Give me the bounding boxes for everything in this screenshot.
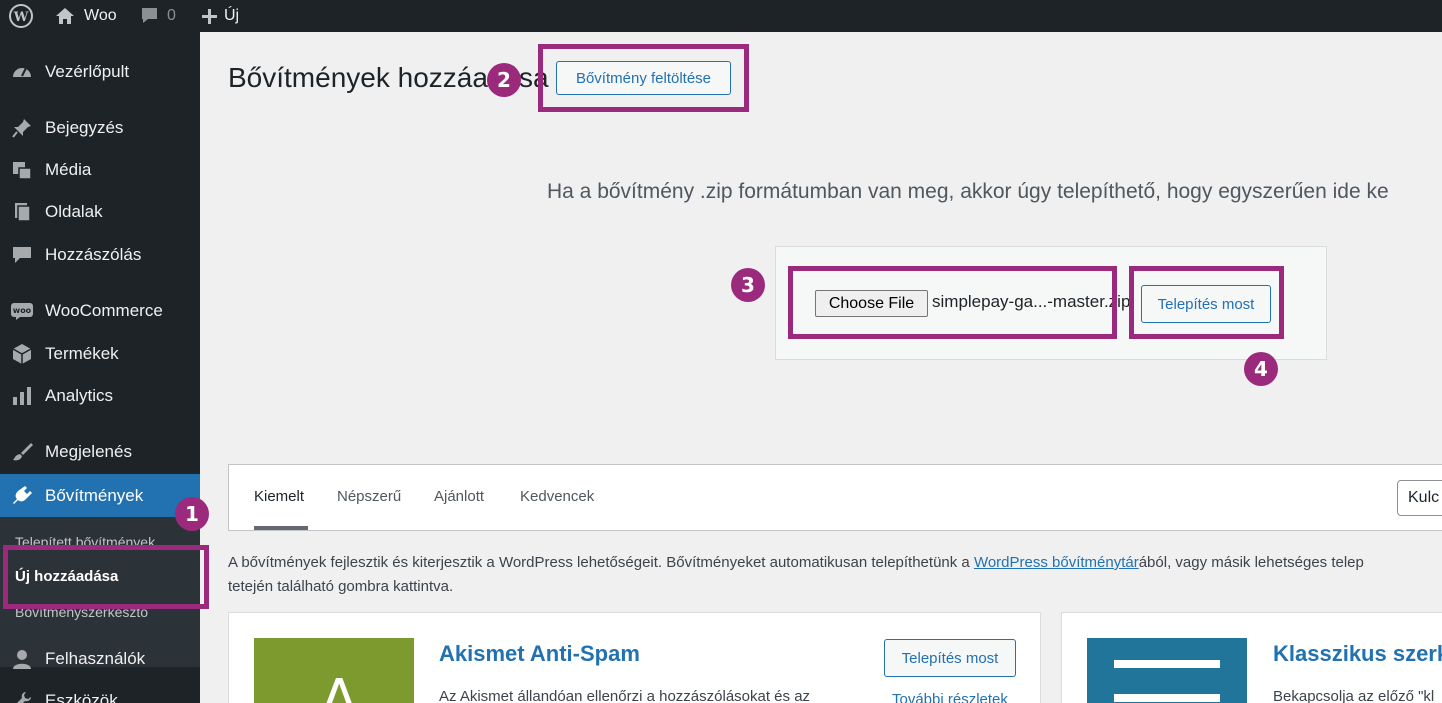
- tab-popular[interactable]: Népszerű: [337, 488, 401, 505]
- intro-text-part2: ából, vagy másik lehetséges telep: [1138, 554, 1364, 571]
- intro-text-line2: tetején található gombra kattintva.: [228, 578, 454, 595]
- classic-editor-thumbnail[interactable]: [1087, 638, 1247, 703]
- menu-item-products[interactable]: Termékek: [0, 334, 200, 374]
- plugin-card-description: Az Akismet állandóan ellenőrzi a hozzász…: [439, 688, 811, 703]
- menu-item-media[interactable]: Média: [0, 150, 200, 190]
- woo-icon: woo: [10, 299, 34, 323]
- plugin-card: Klasszikus szerke Bekapcsolja az előző "…: [1061, 612, 1442, 703]
- step-badge-2: 2: [487, 63, 521, 97]
- tab-recommended[interactable]: Ajánlott: [434, 488, 484, 505]
- pin-icon: [10, 116, 34, 140]
- plugin-card-description: Bekapcsolja az előző "kl: [1273, 688, 1435, 703]
- comments-count: 0: [167, 7, 176, 24]
- user-icon: [10, 647, 34, 671]
- menu-item-appearance[interactable]: Megjelenés: [0, 432, 200, 472]
- more-details-link[interactable]: További részletek: [892, 691, 1008, 703]
- menu-label: Hozzászólás: [45, 245, 142, 264]
- callout-frame-add-new: [3, 545, 209, 609]
- step-badge-4: 4: [1244, 352, 1278, 386]
- menu-label: Bejegyzés: [45, 118, 124, 137]
- menu-label: Vezérlőpult: [45, 62, 130, 81]
- search-type-select[interactable]: Kulc: [1397, 480, 1442, 516]
- new-label: Új: [224, 7, 240, 24]
- comments-icon: [10, 243, 34, 267]
- akismet-thumbnail[interactable]: A: [254, 638, 414, 703]
- menu-label: Megjelenés: [45, 442, 132, 461]
- menu-item-pages[interactable]: Oldalak: [0, 192, 200, 232]
- step-badge-3: 3: [731, 268, 765, 302]
- step-badge-1: 1: [175, 497, 209, 531]
- comments-link[interactable]: 0: [140, 0, 176, 32]
- menu-item-comments[interactable]: Hozzászólás: [0, 235, 200, 275]
- home-icon: [55, 7, 75, 25]
- site-name: Woo: [84, 7, 117, 24]
- tab-featured[interactable]: Kiemelt: [254, 488, 304, 505]
- install-now-button[interactable]: Telepítés most: [884, 639, 1016, 677]
- new-content-link[interactable]: Új: [201, 0, 239, 32]
- menu-item-analytics[interactable]: Analytics: [0, 376, 200, 416]
- menu-label: Média: [45, 160, 92, 179]
- plugin-card: A Akismet Anti-Spam Az Akismet állandóan…: [228, 612, 1041, 703]
- menu-label: Termékek: [45, 344, 119, 363]
- intro-text-part1: A bővítmények fejlesztik és kiterjesztik…: [228, 554, 974, 571]
- plus-icon: [201, 8, 218, 25]
- menu-item-tools[interactable]: Eszközök: [0, 681, 200, 703]
- menu-item-dashboard[interactable]: Vezérlőpult: [0, 52, 200, 92]
- callout-frame-file: [788, 266, 1117, 339]
- menu-label: Oldalak: [45, 202, 103, 221]
- comment-bubble-icon: [140, 7, 159, 25]
- intro-text: A bővítmények fejlesztik és kiterjesztik…: [228, 551, 1442, 599]
- bar-chart-icon: [10, 384, 34, 408]
- plugin-filter-bar: [228, 464, 1442, 531]
- callout-frame-upload: [538, 44, 749, 112]
- menu-item-woocommerce[interactable]: woo WooCommerce: [0, 291, 200, 331]
- plugin-icon: [10, 484, 34, 508]
- pages-icon: [10, 200, 34, 224]
- menu-label: WooCommerce: [45, 301, 163, 320]
- menu-label: Analytics: [45, 386, 114, 405]
- upload-description: Ha a bővítmény .zip formátumban van meg,…: [547, 180, 1389, 203]
- editor-line-icon: [1114, 660, 1220, 668]
- menu-item-plugins[interactable]: Bővítmények: [0, 474, 200, 517]
- menu-label: Felhasználók: [45, 649, 146, 668]
- menu-item-posts[interactable]: Bejegyzés: [0, 108, 200, 148]
- menu-item-users[interactable]: Felhasználók: [0, 639, 200, 679]
- menu-label: Bővítmények: [45, 485, 144, 505]
- svg-text:woo: woo: [13, 306, 32, 315]
- dashboard-icon: [10, 60, 34, 84]
- wordpress-logo-icon[interactable]: W: [8, 0, 34, 32]
- active-tab-indicator: [254, 526, 308, 530]
- callout-frame-install: [1129, 266, 1284, 339]
- box-icon: [10, 342, 34, 366]
- wrench-icon: [10, 689, 34, 703]
- akismet-logo-letter: A: [320, 668, 359, 703]
- admin-bar: W Woo 0 Új: [0, 0, 1442, 32]
- plugin-card-title[interactable]: Akismet Anti-Spam: [439, 641, 640, 667]
- plugin-directory-link[interactable]: WordPress bővítménytár: [974, 554, 1139, 571]
- tab-favorites[interactable]: Kedvencek: [520, 488, 594, 505]
- editor-line-icon: [1114, 694, 1220, 702]
- media-icon: [10, 158, 34, 182]
- svg-text:W: W: [13, 10, 29, 25]
- plugin-card-title[interactable]: Klasszikus szerke: [1273, 641, 1442, 667]
- brush-icon: [10, 440, 34, 464]
- site-name-link[interactable]: Woo: [55, 0, 117, 32]
- menu-label: Eszközök: [45, 691, 118, 703]
